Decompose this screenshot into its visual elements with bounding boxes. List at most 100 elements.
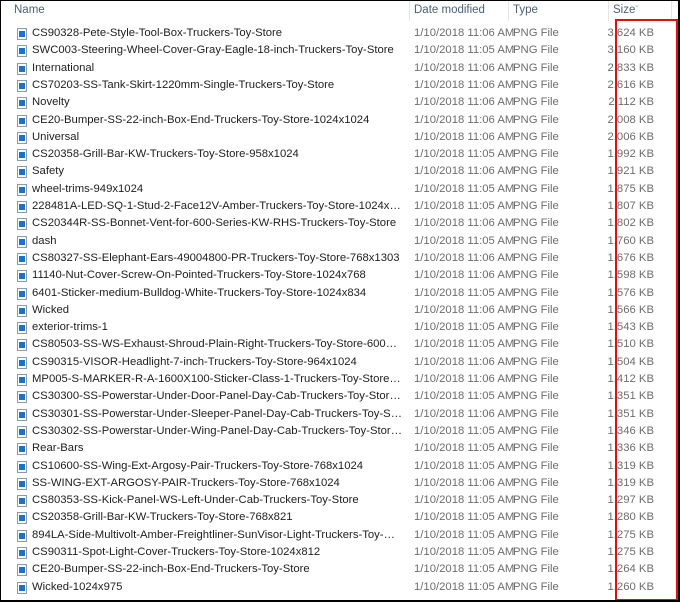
- file-date-modified: 1/10/2018 11:06 AM: [414, 476, 515, 489]
- file-row[interactable]: CS30301-SS-Powerstar-Under-Sleeper-Panel…: [1, 407, 678, 424]
- png-image-file-icon: [17, 252, 27, 265]
- png-image-file-icon: [17, 356, 27, 369]
- png-image-file-icon: [17, 391, 27, 404]
- column-header-type[interactable]: Type: [513, 4, 538, 16]
- file-size: 2,833 KB: [607, 61, 654, 74]
- file-date-modified: 1/10/2018 11:06 AM: [414, 27, 515, 39]
- file-date-modified: 1/10/2018 11:05 AM: [414, 424, 515, 437]
- png-image-file-icon: [17, 131, 27, 144]
- file-date-modified: 1/10/2018 11:05 AM: [414, 442, 515, 455]
- png-image-file-icon: [17, 322, 27, 335]
- png-image-file-icon: [17, 235, 27, 248]
- file-type: PNG File: [513, 511, 559, 524]
- file-name: SWC003-Steering-Wheel-Cover-Gray-Eagle-1…: [32, 44, 394, 57]
- file-row[interactable]: CS30300-SS-Powerstar-Under-Door-Panel-Da…: [1, 389, 678, 406]
- file-row[interactable]: CS80327-SS-Elephant-Ears-49004800-PR-Tru…: [1, 251, 678, 268]
- file-row[interactable]: CS30302-SS-Powerstar-Under-Wing-Panel-Da…: [1, 424, 678, 441]
- file-row[interactable]: Wicked 1/10/2018 11:06 AM PNG File 1,566 KB: [1, 303, 678, 320]
- column-header-date-modified[interactable]: Date modified: [414, 4, 485, 16]
- png-image-file-icon: [17, 339, 27, 352]
- png-image-file-icon: [17, 270, 27, 283]
- file-row[interactable]: CS90315-VISOR-Headlight-7-inch-Truckers-…: [1, 355, 678, 372]
- file-row[interactable]: exterior-trims-1 1/10/2018 11:05 AM PNG Fi…: [1, 320, 678, 337]
- column-header-bar: Name Date modified Type ⌄ Size: [1, 1, 678, 21]
- column-header-name[interactable]: Name: [14, 4, 45, 16]
- file-row[interactable]: CS80503-SS-WS-Exhaust-Shroud-Plain-Right…: [1, 337, 678, 354]
- png-image-file-icon: [17, 62, 27, 75]
- file-date-modified: 1/10/2018 11:05 AM: [414, 494, 515, 507]
- png-image-file-icon: [17, 304, 27, 317]
- file-type: PNG File: [513, 182, 559, 195]
- file-size: 1,275 KB: [607, 546, 654, 558]
- file-name: exterior-trims-1: [32, 321, 108, 334]
- file-row[interactable]: CS20358-Grill-Bar-KW-Truckers-Toy-Store-…: [1, 510, 678, 527]
- file-row[interactable]: SWC003-Steering-Wheel-Cover-Gray-Eagle-1…: [1, 43, 678, 60]
- file-size: 2,112 KB: [608, 96, 654, 109]
- file-size: 1,351 KB: [607, 390, 654, 403]
- file-type: PNG File: [513, 61, 559, 74]
- png-image-file-icon: [17, 97, 27, 110]
- file-size: 1,319 KB: [607, 459, 654, 472]
- file-row[interactable]: 894LA-Side-Multivolt-Amber-Freightliner-…: [1, 528, 678, 545]
- file-type: PNG File: [513, 148, 559, 161]
- file-row[interactable]: 228481A-LED-SQ-1-Stud-2-Face12V-Amber-Tr…: [1, 199, 678, 216]
- file-row[interactable]: Safety 1/10/2018 11:06 AM PNG File 1,921 KB: [1, 164, 678, 181]
- file-type: PNG File: [513, 96, 559, 109]
- file-row[interactable]: 6401-Sticker-medium-Bulldog-White-Trucke…: [1, 286, 678, 303]
- file-row[interactable]: CS20358-Grill-Bar-KW-Truckers-Toy-Store-…: [1, 147, 678, 164]
- file-size: 1,875 KB: [607, 182, 654, 195]
- file-name: 228481A-LED-SQ-1-Stud-2-Face12V-Amber-Tr…: [32, 200, 402, 212]
- file-row[interactable]: Universal 1/10/2018 11:06 AM PNG File 2,006…: [1, 130, 678, 147]
- file-date-modified: 1/10/2018 11:05 AM: [414, 182, 515, 195]
- column-divider[interactable]: [508, 1, 509, 21]
- file-row[interactable]: SS-WING-EXT-ARGOSY-PAIR-Truckers-Toy-Sto…: [1, 476, 678, 493]
- file-row[interactable]: International 1/10/2018 11:06 AM PNG File 2…: [1, 61, 678, 78]
- file-date-modified: 1/10/2018 11:06 AM: [414, 96, 515, 109]
- file-size: 1,598 KB: [607, 269, 654, 282]
- file-row[interactable]: MP005-S-MARKER-R-A-1600X100-Sticker-Clas…: [1, 372, 678, 389]
- file-name: MP005-S-MARKER-R-A-1600X100-Sticker-Clas…: [32, 373, 402, 385]
- file-row[interactable]: dash 1/10/2018 11:05 AM PNG File 1,760 KB: [1, 234, 678, 251]
- png-image-file-icon: [17, 166, 27, 179]
- file-type: PNG File: [513, 338, 559, 351]
- file-row[interactable]: Wicked-1024x975 1/10/2018 11:05 AM PNG Fil…: [1, 580, 678, 597]
- file-type: PNG File: [513, 424, 559, 437]
- column-header-size[interactable]: Size: [613, 4, 635, 16]
- column-divider[interactable]: [608, 1, 609, 21]
- file-size: 1,297 KB: [607, 494, 654, 507]
- file-name: Rear-Bars: [32, 442, 84, 455]
- file-row[interactable]: 11140-Nut-Cover-Screw-On-Pointed-Trucker…: [1, 268, 678, 285]
- file-row[interactable]: wheel-trims-949x1024 1/10/2018 11:05 AM PN…: [1, 182, 678, 199]
- file-row[interactable]: Novelty 1/10/2018 11:06 AM PNG File 2,112 K…: [1, 95, 678, 112]
- file-date-modified: 1/10/2018 11:05 AM: [414, 338, 515, 351]
- file-row[interactable]: CS90328-Pete-Style-Tool-Box-Truckers-Toy…: [1, 26, 678, 43]
- file-size: 1,412 KB: [607, 373, 654, 385]
- file-size: 1,510 KB: [607, 338, 654, 351]
- png-image-file-icon: [17, 547, 27, 559]
- file-name: 11140-Nut-Cover-Screw-On-Pointed-Trucker…: [32, 269, 366, 282]
- file-size: 1,351 KB: [607, 407, 654, 420]
- file-row[interactable]: CE20-Bumper-SS-22-inch-Box-End-Truckers-…: [1, 113, 678, 130]
- file-size: 1,543 KB: [607, 321, 654, 334]
- file-date-modified: 1/10/2018 11:05 AM: [414, 321, 515, 334]
- png-image-file-icon: [17, 287, 27, 300]
- file-type: PNG File: [513, 476, 559, 489]
- column-divider[interactable]: [409, 1, 410, 21]
- file-type: PNG File: [513, 355, 559, 368]
- file-name: International: [32, 61, 95, 74]
- file-row[interactable]: CS80353-SS-Kick-Panel-WS-Left-Under-Cab-…: [1, 493, 678, 510]
- file-row[interactable]: CS90311-Spot-Light-Cover-Truckers-Toy-St…: [1, 545, 678, 562]
- file-date-modified: 1/10/2018 11:05 AM: [414, 580, 515, 593]
- file-row[interactable]: Rear-Bars 1/10/2018 11:05 AM PNG File 1,336…: [1, 441, 678, 458]
- file-size: 1,504 KB: [607, 355, 654, 368]
- file-type: PNG File: [513, 200, 559, 212]
- column-divider: [671, 1, 672, 21]
- file-row[interactable]: CS20344R-SS-Bonnet-Vent-for-600-Series-K…: [1, 216, 678, 233]
- file-type: PNG File: [513, 321, 559, 334]
- file-size: 1,992 KB: [607, 148, 654, 161]
- file-row[interactable]: CE20-Bumper-SS-22-inch-Box-End-Truckers-…: [1, 562, 678, 579]
- file-row[interactable]: CS70203-SS-Tank-Skirt-1220mm-Single-Truc…: [1, 78, 678, 95]
- file-row[interactable]: CS10600-SS-Wing-Ext-Argosy-Pair-Truckers…: [1, 459, 678, 476]
- file-type: PNG File: [513, 78, 559, 91]
- file-size: 1,336 KB: [607, 442, 654, 455]
